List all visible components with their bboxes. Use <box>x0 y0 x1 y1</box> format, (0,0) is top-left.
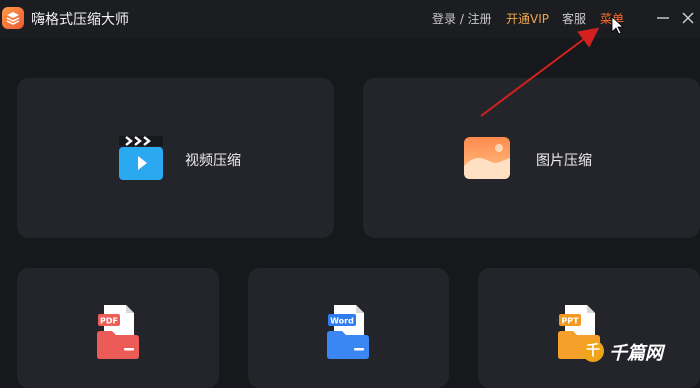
title-bar: 嗨格式压缩大师 登录 / 注册 开通VIP 客服 菜单 <box>0 0 700 38</box>
watermark-logo: 千 <box>582 340 604 362</box>
app-logo <box>2 7 24 29</box>
ppt-compress-card[interactable]: PPT <box>478 268 700 388</box>
image-compress-card[interactable]: 图片压缩 <box>363 78 700 238</box>
pdf-compress-card[interactable]: PDF <box>17 268 219 388</box>
menu-link[interactable]: 菜单 <box>600 10 624 27</box>
image-icon <box>464 137 510 179</box>
video-compress-card[interactable]: 视频压缩 <box>17 78 334 238</box>
close-button[interactable] <box>681 10 695 24</box>
watermark-text: 千篇网 <box>609 343 663 364</box>
open-vip-link[interactable]: 开通VIP <box>506 10 549 27</box>
pdf-badge: PDF <box>100 317 118 326</box>
watermark: 千 千篇网 <box>582 336 694 366</box>
ppt-badge: PPT <box>561 317 579 326</box>
close-icon <box>682 12 694 24</box>
login-register-link[interactable]: 登录 / 注册 <box>432 10 492 27</box>
word-folder-icon: Word <box>327 305 369 359</box>
customer-service-link[interactable]: 客服 <box>562 10 586 27</box>
image-compress-label: 图片压缩 <box>536 153 592 169</box>
app-title: 嗨格式压缩大师 <box>31 12 129 28</box>
word-compress-card[interactable]: Word <box>248 268 449 388</box>
pdf-folder-icon: PDF <box>97 305 139 359</box>
video-compress-label: 视频压缩 <box>185 153 241 169</box>
word-badge: Word <box>330 317 354 326</box>
video-clapper-icon <box>119 136 163 180</box>
minimize-button[interactable] <box>656 10 670 24</box>
layers-icon <box>6 12 20 25</box>
minimize-icon <box>657 17 669 19</box>
